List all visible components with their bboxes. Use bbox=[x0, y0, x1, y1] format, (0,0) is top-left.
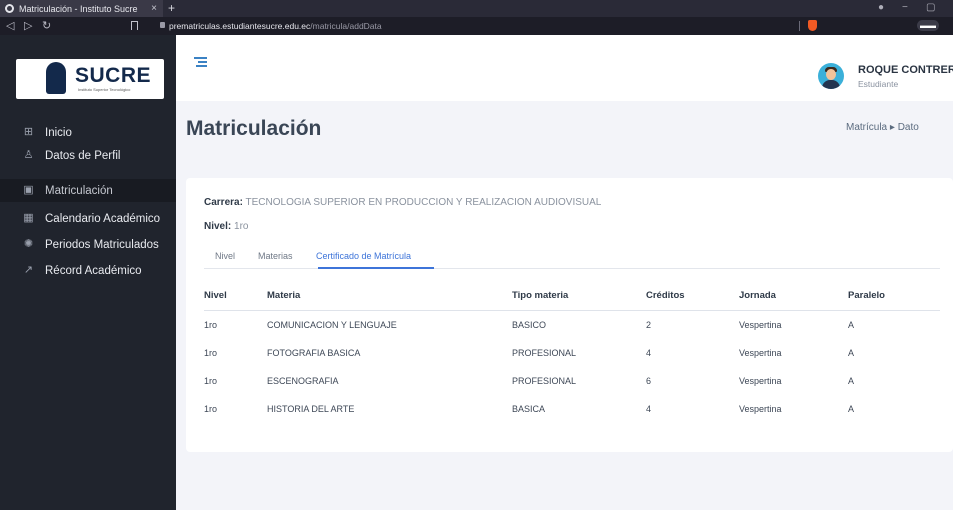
cell-jornada: Vespertina bbox=[739, 376, 782, 386]
cell-materia: COMUNICACION Y LENGUAJE bbox=[267, 320, 397, 330]
cell-paralelo: A bbox=[848, 348, 855, 358]
subjects-table: Nivel Materia Tipo materia Créditos Jorn… bbox=[204, 280, 940, 423]
cell-tipo: PROFESIONAL bbox=[512, 376, 577, 386]
cell-tipo: BASICO bbox=[512, 320, 547, 330]
sidebar-item-datos-perfil[interactable]: ♙ Datos de Perfil bbox=[0, 144, 176, 167]
top-header: ROQUE CONTRERAS Estudiante bbox=[176, 35, 953, 101]
browser-tab[interactable]: Matriculación - Instituto Sucre × bbox=[0, 0, 163, 17]
grid-icon: ⊞ bbox=[23, 126, 34, 138]
user-name[interactable]: ROQUE CONTRERAS bbox=[858, 64, 953, 76]
sidebar-item-matriculacion[interactable]: ▣ Matriculación bbox=[0, 179, 176, 202]
tab-certificado[interactable]: Certificado de Matrícula bbox=[316, 251, 411, 261]
breadcrumb[interactable]: Matrícula ▸ Dato bbox=[846, 122, 919, 133]
logo-subtitle: Instituto Superior Tecnológico bbox=[78, 87, 131, 92]
col-header-nivel[interactable]: Nivel bbox=[204, 280, 267, 311]
active-tab-indicator bbox=[318, 267, 434, 269]
tab-materias[interactable]: Materias bbox=[258, 251, 293, 261]
cell-paralelo: A bbox=[848, 404, 855, 414]
sidebar-item-label: Datos de Perfil bbox=[45, 149, 121, 162]
trend-icon: ↗ bbox=[23, 264, 34, 276]
sidebar-item-label: Matriculación bbox=[45, 184, 113, 197]
carrera-field: Carrera: TECNOLOGIA SUPERIOR EN PRODUCCI… bbox=[204, 197, 601, 208]
record-icon[interactable]: ● bbox=[878, 2, 884, 13]
cell-creditos: 6 bbox=[646, 376, 652, 386]
cell-paralelo: A bbox=[848, 320, 855, 330]
minimize-icon[interactable]: − bbox=[902, 2, 908, 13]
sidebar-item-periodos[interactable]: ✺ Periodos Matriculados bbox=[0, 233, 176, 256]
sidebar-item-label: Periodos Matriculados bbox=[45, 238, 159, 251]
table-header-row: Nivel Materia Tipo materia Créditos Jorn… bbox=[204, 280, 940, 311]
calendar-icon: ▦ bbox=[23, 212, 34, 224]
nivel-field: Nivel: 1ro bbox=[204, 221, 248, 232]
cell-nivel: 1ro bbox=[204, 404, 218, 414]
cell-creditos: 4 bbox=[646, 348, 652, 358]
col-header-creditos[interactable]: Créditos bbox=[646, 280, 739, 311]
carrera-label: Carrera: bbox=[204, 197, 243, 208]
url-host: prematriculas.estudiantesucre.edu.ec bbox=[169, 21, 311, 31]
reload-icon[interactable]: ↻ bbox=[42, 19, 51, 32]
lock-icon bbox=[160, 22, 165, 28]
image-icon: ▣ bbox=[23, 184, 34, 196]
cell-nivel: 1ro bbox=[204, 376, 218, 386]
new-tab-button[interactable]: + bbox=[168, 1, 175, 15]
col-header-paralelo[interactable]: Paralelo bbox=[848, 280, 940, 311]
cell-materia: ESCENOGRAFIA bbox=[267, 376, 339, 386]
col-header-jornada[interactable]: Jornada bbox=[739, 280, 848, 311]
menu-toggle-icon[interactable] bbox=[194, 57, 207, 69]
cell-paralelo: A bbox=[848, 376, 855, 386]
sidebar-item-label: Inicio bbox=[45, 126, 72, 139]
extension-glasses-icon[interactable]: ▬▬ bbox=[917, 20, 939, 31]
url-path: /matricula/addData bbox=[310, 21, 382, 31]
page-title: Matriculación bbox=[186, 117, 322, 140]
col-header-materia[interactable]: Materia bbox=[267, 280, 512, 311]
sucre-logo[interactable]: SUCRE Instituto Superior Tecnológico bbox=[16, 59, 164, 99]
globe-icon bbox=[5, 4, 14, 13]
sidebar-item-label: Récord Académico bbox=[45, 264, 142, 277]
cell-creditos: 4 bbox=[646, 404, 652, 414]
avatar[interactable] bbox=[818, 63, 844, 89]
address-bar: ◁ ▷ ↻ prematriculas.estudiantesucre.edu.… bbox=[0, 17, 953, 35]
user-role: Estudiante bbox=[858, 79, 899, 89]
sidebar-item-calendario[interactable]: ▦ Calendario Académico bbox=[0, 207, 176, 230]
maximize-icon[interactable]: ▢ bbox=[926, 2, 935, 13]
cell-jornada: Vespertina bbox=[739, 320, 782, 330]
table-row: 1ro HISTORIA DEL ARTE BASICA 4 Vespertin… bbox=[204, 395, 940, 423]
cell-creditos: 2 bbox=[646, 320, 652, 330]
sidebar-item-inicio[interactable]: ⊞ Inicio bbox=[0, 121, 176, 144]
cell-jornada: Vespertina bbox=[739, 404, 782, 414]
sidebar-item-label: Calendario Académico bbox=[45, 212, 161, 225]
carrera-value: TECNOLOGIA SUPERIOR EN PRODUCCION Y REAL… bbox=[242, 197, 602, 208]
cell-nivel: 1ro bbox=[204, 348, 218, 358]
col-header-tipo[interactable]: Tipo materia bbox=[512, 280, 646, 311]
brave-shield-icon[interactable] bbox=[808, 20, 817, 31]
browser-tab-bar: Matriculación - Instituto Sucre × + ● − … bbox=[0, 0, 953, 17]
enrollment-card: Carrera: TECNOLOGIA SUPERIOR EN PRODUCCI… bbox=[186, 178, 953, 452]
cell-materia: HISTORIA DEL ARTE bbox=[267, 404, 355, 414]
logo-text: SUCRE bbox=[75, 64, 152, 87]
cell-tipo: BASICA bbox=[512, 404, 546, 414]
sidebar-item-record[interactable]: ↗ Récord Académico bbox=[0, 259, 176, 282]
cell-tipo: PROFESIONAL bbox=[512, 348, 577, 358]
user-icon: ♙ bbox=[23, 149, 34, 161]
settings-icon: ✺ bbox=[23, 238, 34, 250]
bookmark-icon[interactable] bbox=[131, 21, 138, 30]
browser-tab-title: Matriculación - Instituto Sucre bbox=[19, 3, 138, 14]
nivel-value: 1ro bbox=[231, 221, 249, 232]
forward-icon[interactable]: ▷ bbox=[24, 19, 32, 32]
close-tab-icon[interactable]: × bbox=[151, 3, 157, 14]
url-field[interactable]: prematriculas.estudiantesucre.edu.ec/mat… bbox=[169, 21, 382, 31]
nivel-label: Nivel: bbox=[204, 221, 232, 232]
cell-jornada: Vespertina bbox=[739, 348, 782, 358]
cell-nivel: 1ro bbox=[204, 320, 218, 330]
table-row: 1ro COMUNICACION Y LENGUAJE BASICO 2 Ves… bbox=[204, 311, 940, 340]
table-row: 1ro FOTOGRAFIA BASICA PROFESIONAL 4 Vesp… bbox=[204, 339, 940, 367]
toolbar-divider bbox=[799, 21, 800, 31]
tab-bar: Nivel Materias Certificado de Matrícula bbox=[204, 248, 940, 269]
tab-nivel[interactable]: Nivel bbox=[215, 251, 235, 261]
logo-drop-icon bbox=[46, 62, 66, 94]
table-row: 1ro ESCENOGRAFIA PROFESIONAL 6 Vespertin… bbox=[204, 367, 940, 395]
sidebar: SUCRE Instituto Superior Tecnológico ⊞ I… bbox=[0, 35, 176, 510]
cell-materia: FOTOGRAFIA BASICA bbox=[267, 348, 361, 358]
back-icon[interactable]: ◁ bbox=[6, 19, 14, 32]
